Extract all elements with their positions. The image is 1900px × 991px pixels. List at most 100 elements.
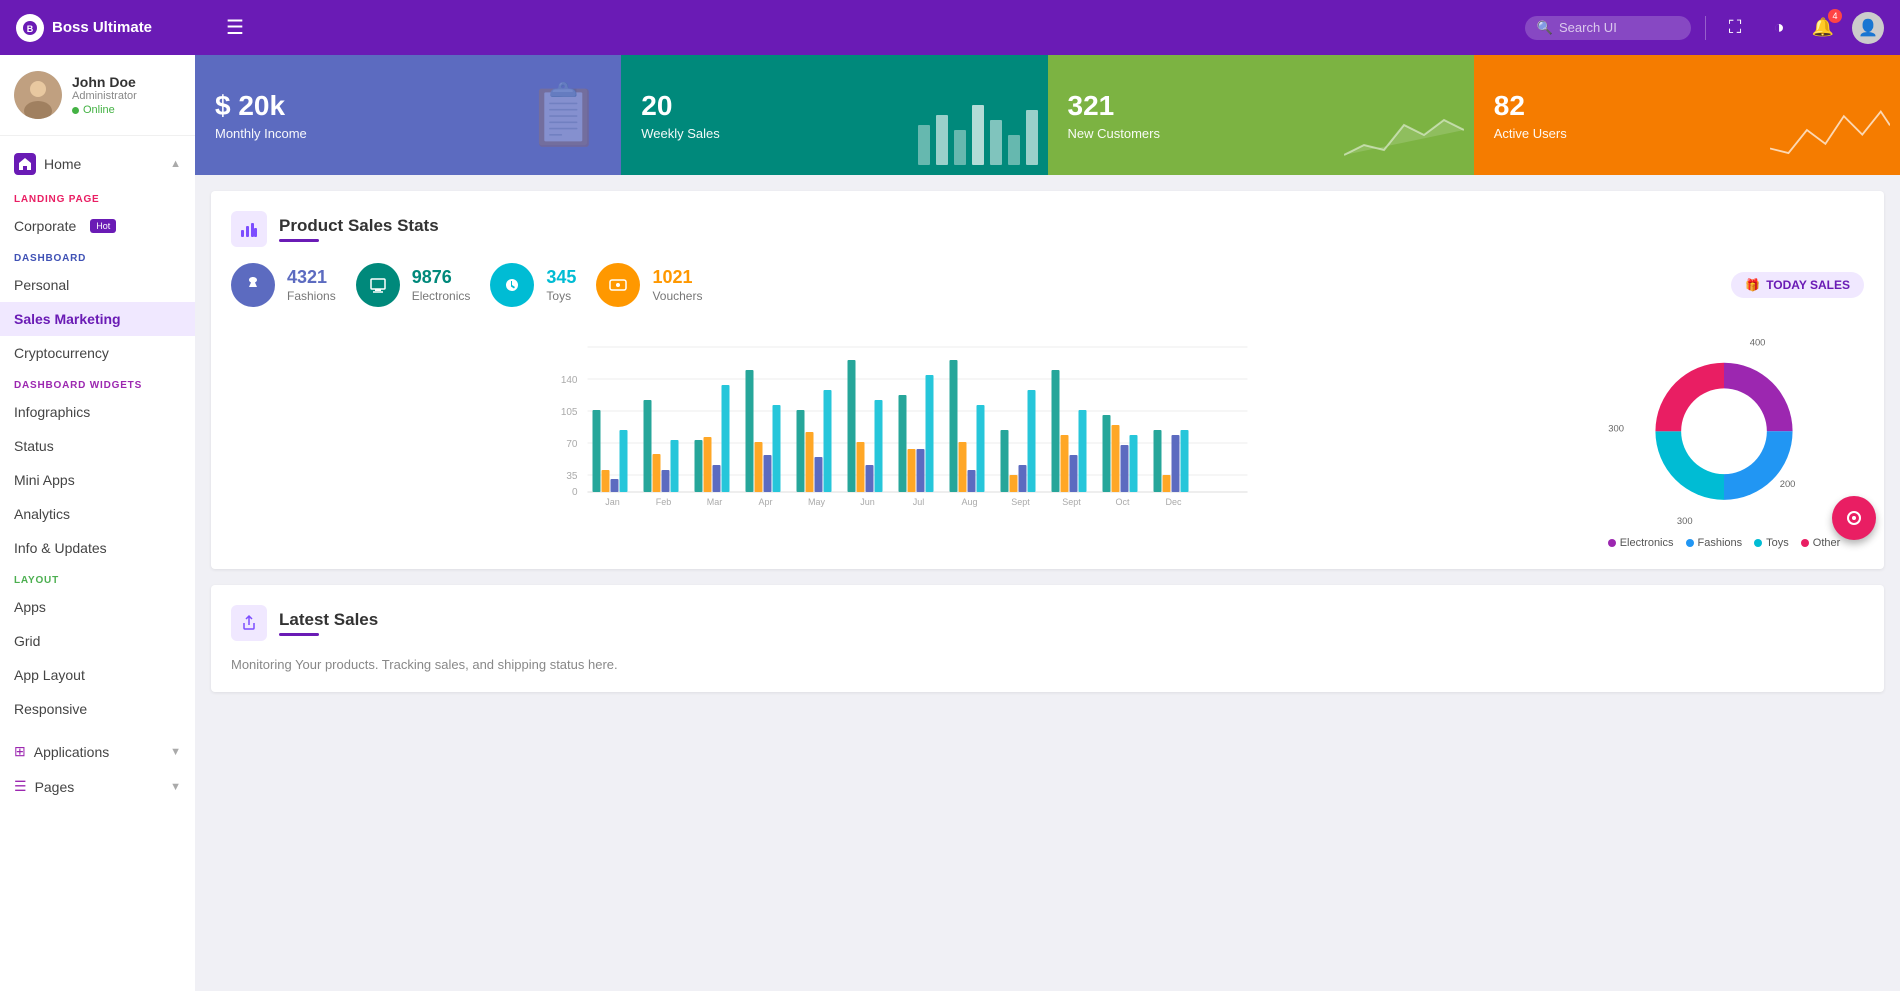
sidebar-item-applications[interactable]: ⊞ Applications ▼ bbox=[0, 734, 195, 769]
hamburger-button[interactable]: ☰ bbox=[216, 11, 254, 44]
donut-legend: Electronics Fashions Toys bbox=[1608, 537, 1841, 549]
sidebar-item-grid[interactable]: Grid bbox=[0, 624, 195, 658]
sidebar-item-sales-marketing[interactable]: Sales Marketing bbox=[0, 302, 195, 336]
stat-vouchers: 1021 Vouchers bbox=[596, 263, 702, 307]
share-icon bbox=[231, 605, 267, 641]
income-icon: 📋 bbox=[527, 80, 602, 151]
user-name: John Doe bbox=[72, 74, 137, 90]
stat-card-income: $ 20k Monthly Income 📋 bbox=[195, 55, 621, 175]
svg-text:35: 35 bbox=[566, 471, 578, 482]
infographics-label: Infographics bbox=[14, 404, 90, 420]
electronics-desc: Electronics bbox=[412, 289, 471, 303]
sidebar-user: John Doe Administrator Online bbox=[0, 55, 195, 136]
stat-electronics: 9876 Electronics bbox=[356, 263, 471, 307]
page-content: Product Sales Stats 4321 Fashions bbox=[195, 175, 1900, 724]
product-sales-header: Product Sales Stats bbox=[231, 211, 1864, 247]
today-sales-button[interactable]: 🎁 TODAY SALES bbox=[1731, 272, 1864, 298]
theme-toggle-button[interactable]: ◑ bbox=[1764, 13, 1794, 43]
electronics-legend-label: Electronics bbox=[1620, 537, 1674, 549]
sidebar-item-analytics[interactable]: Analytics bbox=[0, 497, 195, 531]
nav-divider bbox=[1705, 16, 1706, 40]
home-label: Home bbox=[44, 156, 81, 172]
legend-toys: Toys bbox=[1754, 537, 1789, 549]
avatar bbox=[14, 71, 62, 119]
gift-icon: 🎁 bbox=[1745, 278, 1760, 292]
app-layout-label: App Layout bbox=[14, 667, 85, 683]
search-box: 🔍 bbox=[1525, 16, 1691, 40]
svg-text:B: B bbox=[27, 24, 34, 34]
sidebar-item-personal[interactable]: Personal bbox=[0, 268, 195, 302]
sales-marketing-label: Sales Marketing bbox=[14, 311, 121, 327]
widgets-section-label: DASHBOARD WIDGETS bbox=[0, 370, 195, 395]
brand: B Boss Ultimate bbox=[16, 14, 216, 42]
responsive-label: Responsive bbox=[14, 701, 87, 717]
stat-toys: 345 Toys bbox=[490, 263, 576, 307]
sidebar-item-cryptocurrency[interactable]: Cryptocurrency bbox=[0, 336, 195, 370]
analytics-label: Analytics bbox=[14, 506, 70, 522]
electronics-num: 9876 bbox=[412, 267, 471, 288]
applications-label: Applications bbox=[34, 744, 110, 760]
electronics-icon-circle bbox=[356, 263, 400, 307]
personal-label: Personal bbox=[14, 277, 69, 293]
sidebar-item-home[interactable]: Home ▲ bbox=[0, 144, 195, 184]
status-label: Status bbox=[14, 438, 54, 454]
sidebar-item-app-layout[interactable]: App Layout bbox=[0, 658, 195, 692]
product-sales-title: Product Sales Stats bbox=[279, 216, 439, 236]
charts-row: 0 35 70 105 140 Jan bbox=[231, 327, 1864, 549]
svg-text:400: 400 bbox=[1750, 337, 1766, 348]
svg-text:300: 300 bbox=[1608, 422, 1624, 433]
legend-other: Other bbox=[1801, 537, 1841, 549]
sidebar-item-infographics[interactable]: Infographics bbox=[0, 395, 195, 429]
svg-text:70: 70 bbox=[566, 439, 578, 450]
other-legend-label: Other bbox=[1813, 537, 1841, 549]
chevron-up-icon: ▲ bbox=[170, 158, 181, 170]
brand-icon: B bbox=[16, 14, 44, 42]
svg-text:May: May bbox=[808, 497, 826, 507]
sidebar-item-info-updates[interactable]: Info & Updates bbox=[0, 531, 195, 565]
svg-text:Aug: Aug bbox=[961, 497, 977, 507]
search-icon: 🔍 bbox=[1537, 20, 1553, 36]
product-sales-title-block: Product Sales Stats bbox=[279, 216, 439, 242]
sidebar-item-apps[interactable]: Apps bbox=[0, 590, 195, 624]
sidebar-item-pages[interactable]: ☰ Pages ▼ bbox=[0, 769, 195, 804]
svg-text:Mar: Mar bbox=[707, 497, 723, 507]
sidebar-nav: Home ▲ LANDING PAGE Corporate Hot DASHBO… bbox=[0, 136, 195, 812]
customers-mini-chart bbox=[1344, 65, 1464, 165]
hot-badge: Hot bbox=[90, 219, 116, 233]
toys-legend-label: Toys bbox=[1766, 537, 1789, 549]
landing-section-label: LANDING PAGE bbox=[0, 184, 195, 209]
apps-label: Apps bbox=[14, 599, 46, 615]
pages-icon: ☰ bbox=[14, 778, 27, 795]
svg-text:300: 300 bbox=[1677, 515, 1693, 526]
chart-icon bbox=[231, 211, 267, 247]
search-input[interactable] bbox=[1559, 20, 1679, 35]
sidebar-item-mini-apps[interactable]: Mini Apps bbox=[0, 463, 195, 497]
sidebar-item-responsive[interactable]: Responsive bbox=[0, 692, 195, 726]
mini-apps-label: Mini Apps bbox=[14, 472, 75, 488]
sidebar-item-corporate[interactable]: Corporate Hot bbox=[0, 209, 195, 243]
svg-text:Apr: Apr bbox=[758, 497, 772, 507]
today-sales-label: TODAY SALES bbox=[1766, 278, 1850, 292]
main-layout: John Doe Administrator Online Home ▲ LAN… bbox=[0, 55, 1900, 991]
sidebar-item-status[interactable]: Status bbox=[0, 429, 195, 463]
user-avatar[interactable]: 👤 bbox=[1852, 12, 1884, 44]
svg-text:200: 200 bbox=[1780, 478, 1796, 489]
latest-sales-header: Latest Sales bbox=[231, 605, 1864, 641]
notifications-button[interactable]: 🔔 4 bbox=[1808, 13, 1838, 43]
electronics-dot bbox=[1608, 539, 1616, 547]
fab-button[interactable] bbox=[1832, 496, 1876, 540]
fullscreen-button[interactable]: ⛶ bbox=[1720, 13, 1750, 43]
toys-num: 345 bbox=[546, 267, 576, 288]
sales-stats-row: 4321 Fashions 9876 Electronics bbox=[231, 263, 1864, 307]
stat-fashions: 4321 Fashions bbox=[231, 263, 336, 307]
stat-card-customers: 321 New Customers bbox=[1048, 55, 1474, 175]
main-content: $ 20k Monthly Income 📋 20 Weekly Sales bbox=[195, 55, 1900, 991]
fashions-desc: Fashions bbox=[287, 289, 336, 303]
svg-text:Feb: Feb bbox=[656, 497, 672, 507]
home-icon bbox=[14, 153, 36, 175]
status-dot bbox=[72, 107, 79, 114]
svg-text:Sept: Sept bbox=[1062, 497, 1081, 507]
electronics-stat: 9876 Electronics bbox=[412, 267, 471, 303]
toys-icon-circle bbox=[490, 263, 534, 307]
svg-text:105: 105 bbox=[561, 407, 578, 418]
